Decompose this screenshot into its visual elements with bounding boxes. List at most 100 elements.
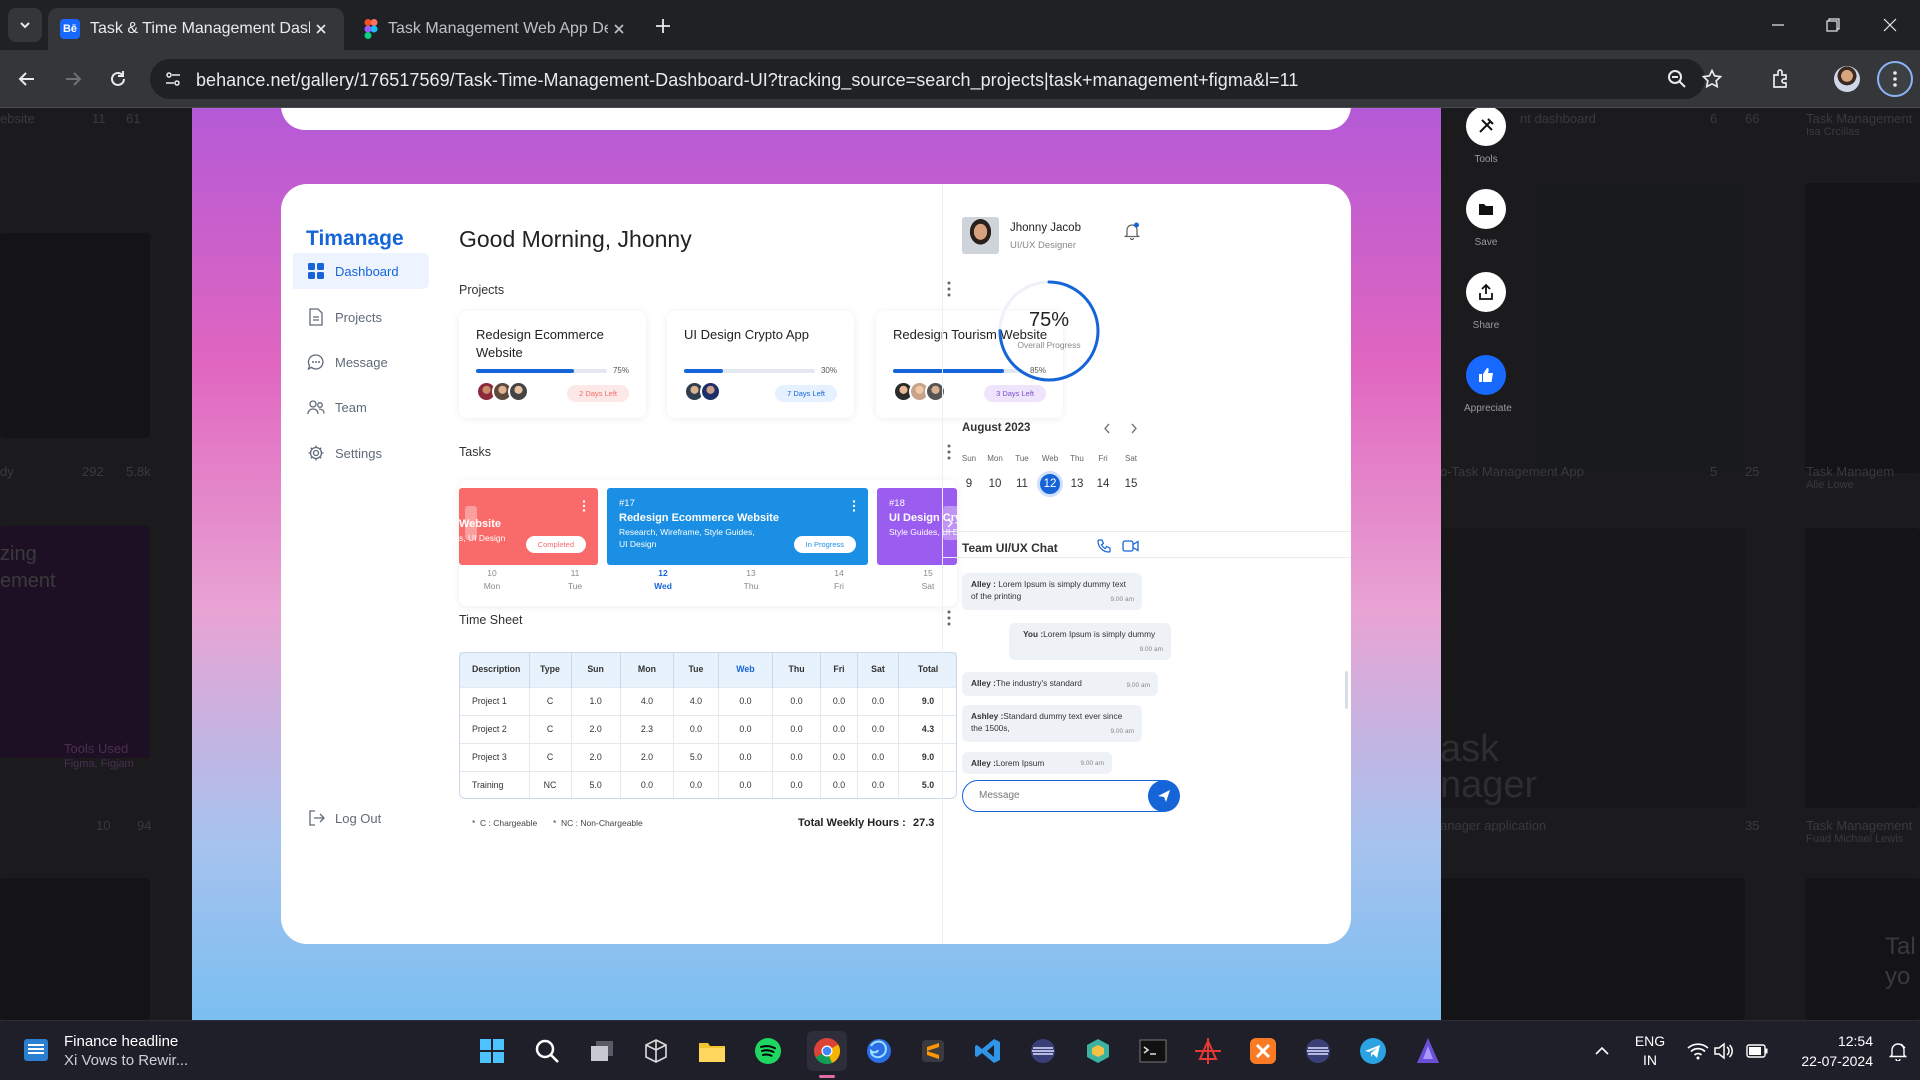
table-cell: 1.0	[571, 686, 621, 715]
app-icon[interactable]	[1192, 1035, 1224, 1067]
nav-settings[interactable]: Settings	[293, 435, 429, 471]
gallery-thumbnail[interactable]	[0, 233, 150, 438]
more-vertical-icon[interactable]	[946, 444, 952, 460]
profile-avatar[interactable]	[1834, 66, 1860, 92]
app-icon[interactable]	[1412, 1035, 1444, 1067]
nav-team[interactable]: Team	[293, 389, 429, 425]
clock[interactable]: 12:54 22-07-2024	[1783, 1031, 1873, 1071]
calendar-date[interactable]: 9	[956, 471, 982, 497]
app-icon[interactable]	[1302, 1035, 1334, 1067]
news-widget[interactable]: Finance headline Xi Vows to Rewir...	[20, 1031, 190, 1071]
save-button[interactable]: Save	[1464, 189, 1508, 248]
calendar-date[interactable]: 15	[1118, 471, 1144, 497]
scroll-right-handle[interactable]	[943, 506, 957, 540]
address-bar[interactable]: behance.net/gallery/176517569/Task-Time-…	[150, 59, 1722, 99]
gallery-thumbnail[interactable]	[0, 878, 150, 1020]
day-cell[interactable]: 11 Tue	[555, 567, 595, 593]
site-info-icon[interactable]	[164, 70, 182, 88]
xampp-icon[interactable]	[1247, 1035, 1279, 1067]
back-button[interactable]	[10, 62, 44, 96]
tools-button[interactable]: Tools	[1464, 108, 1508, 165]
tab-figma[interactable]: Task Management Web App De	[352, 8, 642, 50]
task-title: Redesign Ecommerce Website	[619, 512, 779, 524]
day-cell[interactable]: 13 Thu	[731, 567, 771, 593]
day-cell[interactable]: 14 Fri	[819, 567, 859, 593]
calendar-date[interactable]: 11	[1009, 471, 1035, 497]
task-view-button[interactable]	[586, 1035, 618, 1067]
calendar-date[interactable]: 10	[982, 471, 1008, 497]
appreciate-button[interactable]: Appreciate	[1464, 355, 1512, 414]
calendar-next-button[interactable]	[1130, 423, 1138, 434]
sublime-icon[interactable]	[917, 1035, 949, 1067]
more-vertical-icon[interactable]	[946, 610, 952, 626]
extensions-icon[interactable]	[1770, 68, 1792, 90]
forward-button[interactable]	[56, 62, 90, 96]
tray-overflow-icon[interactable]	[1586, 1035, 1618, 1067]
voice-call-button[interactable]	[1097, 539, 1111, 553]
tab-search-button[interactable]	[8, 8, 42, 42]
firefox-icon[interactable]	[863, 1035, 895, 1067]
logout-button[interactable]: Log Out	[293, 800, 429, 836]
task-card[interactable]: #18 UI Design Cryptocurrency App Style G…	[877, 488, 957, 565]
notifications-icon[interactable]	[1882, 1035, 1914, 1067]
calendar-date[interactable]: 13	[1064, 471, 1090, 497]
close-window-button[interactable]	[1870, 10, 1910, 40]
terminal-icon[interactable]	[1137, 1035, 1169, 1067]
task-card[interactable]: Website s, UI Design Completed	[459, 488, 598, 565]
restore-button[interactable]	[1813, 10, 1853, 40]
message-input[interactable]: Message	[962, 780, 1178, 812]
close-tab-icon[interactable]	[608, 18, 630, 40]
app-icon[interactable]	[1027, 1035, 1059, 1067]
nav-message[interactable]: Message	[293, 344, 429, 380]
timesheet-body: Project 1 C 1.0 4.0 4.0 0.0 0.0 0.0 0.0 9.0 Projec…	[459, 686, 957, 799]
new-tab-button[interactable]	[650, 13, 676, 39]
notification-button[interactable]	[1124, 222, 1140, 240]
chrome-icon[interactable]	[807, 1031, 847, 1071]
tab-behance[interactable]: Bē Task & Time Management Dash	[48, 8, 344, 50]
volume-icon[interactable]	[1707, 1035, 1739, 1067]
task-card[interactable]: #17 Redesign Ecommerce Website Research,…	[607, 488, 868, 565]
close-tab-icon[interactable]	[310, 18, 332, 40]
vscode-icon[interactable]	[972, 1035, 1004, 1067]
calendar-prev-button[interactable]	[1103, 423, 1111, 434]
project-card[interactable]: UI Design Crypto App 30% 7 Days Left	[667, 311, 854, 418]
telegram-icon[interactable]	[1357, 1035, 1389, 1067]
calendar-date-selected[interactable]: 12	[1037, 471, 1063, 497]
bookmark-star-icon[interactable]	[1702, 69, 1722, 89]
user-avatar[interactable]	[962, 217, 999, 254]
gallery-thumbnail[interactable]	[1805, 183, 1920, 473]
total-weekly-hours-value: 27.3	[913, 817, 935, 829]
app-icon[interactable]	[1082, 1035, 1114, 1067]
battery-icon[interactable]	[1741, 1035, 1773, 1067]
day-cell[interactable]: 10 Mon	[472, 567, 512, 593]
minimize-button[interactable]	[1758, 10, 1798, 40]
nav-projects[interactable]: Projects	[293, 299, 429, 335]
project-card[interactable]: Redesign Ecommerce Website 75% 2 Days Le…	[459, 311, 646, 418]
day-cell-selected[interactable]: 12 Wed	[643, 567, 683, 593]
calendar-date[interactable]: 14	[1090, 471, 1116, 497]
chat-scrollbar[interactable]	[1345, 671, 1348, 709]
reload-button[interactable]	[101, 62, 135, 96]
video-call-button[interactable]	[1122, 540, 1139, 552]
zoom-icon[interactable]	[1667, 69, 1687, 89]
share-button[interactable]: Share	[1464, 272, 1508, 331]
table-cell: 0.0	[857, 742, 900, 771]
gallery-thumbnail[interactable]	[1440, 878, 1745, 1020]
gallery-thumbnail[interactable]	[1535, 183, 1745, 473]
send-button[interactable]	[1148, 780, 1180, 812]
nav-dashboard[interactable]: Dashboard	[293, 253, 429, 289]
column-header: Sat	[857, 652, 900, 687]
spotify-icon[interactable]	[752, 1035, 784, 1067]
gallery-text: 6	[1710, 111, 1718, 126]
more-vertical-icon[interactable]	[852, 500, 856, 512]
gallery-thumbnail[interactable]	[1805, 528, 1920, 808]
more-vertical-icon[interactable]	[946, 281, 952, 297]
more-vertical-icon[interactable]	[582, 500, 586, 512]
gallery-text: nt dashboard	[1520, 111, 1596, 126]
start-button[interactable]	[476, 1035, 508, 1067]
file-explorer-icon[interactable]	[696, 1035, 728, 1067]
app-3d-icon[interactable]	[640, 1035, 672, 1067]
search-button[interactable]	[531, 1035, 563, 1067]
browser-menu-button[interactable]	[1877, 61, 1913, 97]
language-indicator[interactable]: ENG IN	[1630, 1032, 1670, 1070]
